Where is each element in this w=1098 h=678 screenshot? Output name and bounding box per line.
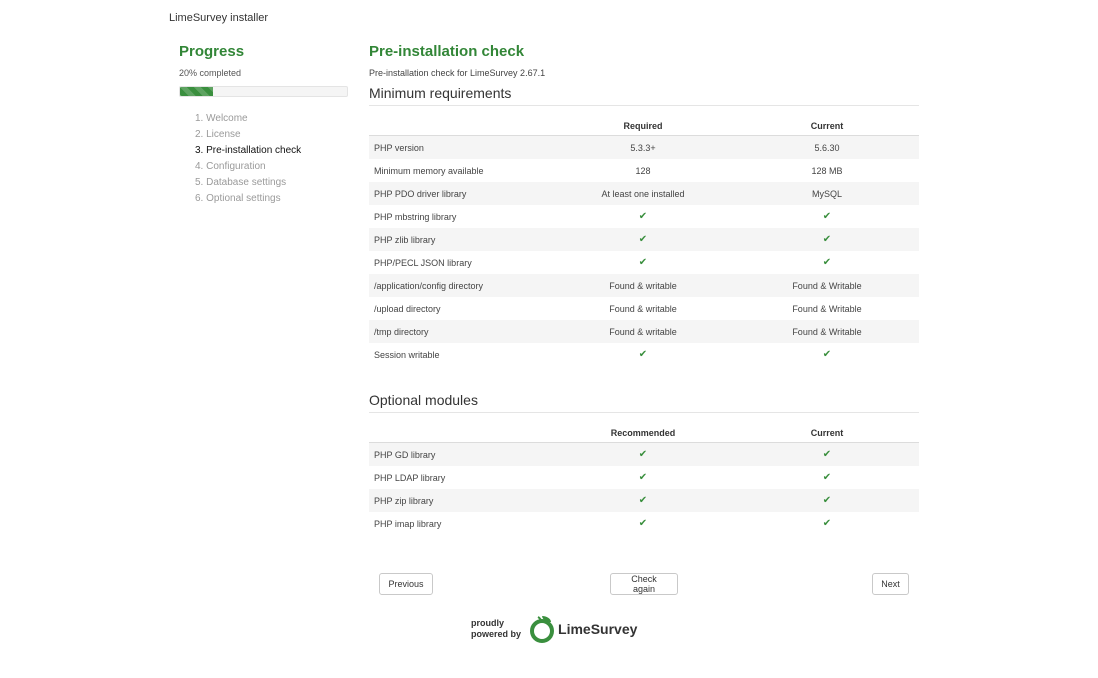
requirement-name: PHP mbstring library: [374, 211, 457, 222]
next-button[interactable]: Next: [872, 573, 909, 595]
progress-bar: [179, 86, 348, 97]
column-header-name: [369, 413, 551, 443]
current-value: Found & Writable: [735, 274, 919, 297]
table-row: Minimum memory available 128 128 MB: [369, 159, 919, 182]
powered-by-line1: proudly: [471, 618, 504, 628]
requirement-name: PHP/PECL JSON library: [374, 257, 472, 268]
step-license: 2. License: [195, 129, 241, 140]
requirement-name: PHP LDAP library: [374, 472, 446, 483]
step-welcome: 1. Welcome: [195, 113, 248, 124]
requirement-name: PHP version: [369, 135, 551, 159]
table-row: PHP zlib library ✔ ✔: [369, 228, 919, 251]
current-value: ✔: [735, 228, 919, 251]
table-row: PHP version 5.3.3+ 5.6.30: [369, 135, 919, 159]
requirement-name: PHP PDO driver library: [369, 182, 551, 205]
requirement-name: /tmp directory: [369, 320, 551, 343]
table-header-row: Required Current: [369, 106, 919, 136]
step-optional-settings: 6. Optional settings: [195, 193, 281, 204]
current-value: ✔: [822, 257, 832, 268]
column-header-current: Current: [735, 106, 919, 136]
main-content: Pre-installation check Pre-installation …: [369, 42, 919, 535]
required-value: ✔: [638, 472, 648, 483]
current-value: ✔: [735, 489, 919, 512]
minimum-requirements-table: Required Current PHP version 5.3.3+ 5.6.30…: [369, 106, 919, 366]
step-list: 1. Welcome 2. License 3. Pre-installatio…: [195, 111, 349, 207]
table-row: /tmp directory Found & writable Found & Wr…: [369, 320, 919, 343]
table-row: PHP mbstring library ✔ ✔: [369, 205, 919, 228]
table-row: PHP zip library ✔ ✔: [369, 489, 919, 512]
column-header-required: Required: [551, 106, 735, 136]
required-value: Found & writable: [609, 303, 677, 314]
previous-button[interactable]: Previous: [379, 573, 433, 595]
current-value: Found & Writable: [735, 320, 919, 343]
page-subtitle: Pre-installation check for LimeSurvey 2.…: [369, 68, 546, 78]
table-row: PHP/PECL JSON library ✔ ✔: [369, 251, 919, 274]
required-value: ✔: [638, 211, 648, 222]
step-database-settings: 5. Database settings: [195, 177, 287, 188]
required-value: Found & writable: [551, 274, 735, 297]
column-header-name: [369, 106, 551, 136]
page-title: Pre-installation check: [369, 43, 525, 60]
progress-text: 20% completed: [179, 68, 242, 78]
requirement-name: /upload directory: [374, 303, 441, 314]
minimum-requirements-body: PHP version 5.3.3+ 5.6.30 Minimum memory av…: [369, 135, 919, 367]
check-again-button[interactable]: Check again: [610, 573, 678, 595]
requirement-name: PHP imap library: [374, 518, 442, 529]
table-row: /application/config directory Found & wri…: [369, 274, 919, 297]
required-value: At least one installed: [551, 182, 735, 205]
required-value: 5.3.3+: [551, 135, 735, 159]
powered-by-logo: proudly powered by LimeSurvey: [471, 614, 637, 644]
brand-name: LimeSurvey: [558, 621, 638, 637]
sidebar: Progress 20% completed 1. Welcome 2. Lic…: [179, 42, 349, 207]
powered-by-line2: powered by: [471, 629, 522, 639]
powered-by-text: proudly powered by: [471, 618, 521, 640]
limesurvey-logo-icon: [530, 616, 555, 643]
requirement-name: Minimum memory available: [374, 165, 484, 176]
requirement-name: PHP GD library: [369, 442, 551, 466]
required-value: ✔: [638, 257, 648, 268]
table-row: Session writable ✔ ✔: [369, 343, 919, 366]
column-header-current: Current: [735, 413, 919, 443]
required-value: Found & writable: [551, 320, 735, 343]
required-value: ✔: [551, 228, 735, 251]
column-header-recommended: Recommended: [551, 413, 735, 443]
app-title: LimeSurvey installer: [169, 12, 269, 24]
table-row: /upload directory Found & writable Found &…: [369, 297, 919, 320]
current-value: ✔: [822, 349, 832, 360]
requirement-name: Session writable: [374, 349, 440, 360]
current-value: MySQL: [735, 182, 919, 205]
requirement-name: /application/config directory: [369, 274, 551, 297]
step-configuration: 4. Configuration: [195, 161, 266, 172]
optional-modules-table: Recommended Current PHP GD library ✔ ✔ PHP …: [369, 413, 919, 535]
table-header-row: Recommended Current: [369, 413, 919, 443]
table-row: PHP LDAP library ✔ ✔: [369, 466, 919, 489]
required-value: ✔: [551, 442, 735, 466]
required-value: ✔: [551, 489, 735, 512]
current-value: 128 MB: [811, 165, 843, 176]
progress-bar-fill: [180, 87, 214, 96]
optional-modules-heading: Optional modules: [369, 392, 919, 413]
current-value: 5.6.30: [735, 135, 919, 159]
table-row: PHP imap library ✔ ✔: [369, 512, 919, 535]
current-value: ✔: [822, 472, 832, 483]
current-value: ✔: [735, 442, 919, 466]
minimum-requirements-heading: Minimum requirements: [369, 85, 919, 106]
current-value: ✔: [822, 211, 832, 222]
step-pre-installation-check: 3. Pre-installation check: [195, 145, 302, 156]
progress-title: Progress: [179, 43, 245, 60]
table-row: PHP PDO driver library At least one insta…: [369, 182, 919, 205]
table-row: PHP GD library ✔ ✔: [369, 442, 919, 466]
required-value: ✔: [638, 518, 648, 529]
required-value: ✔: [638, 349, 648, 360]
requirement-name: PHP zip library: [369, 489, 551, 512]
optional-modules-body: PHP GD library ✔ ✔ PHP LDAP library ✔ ✔ PHP zi…: [369, 442, 919, 536]
requirement-name: PHP zlib library: [369, 228, 551, 251]
current-value: Found & Writable: [792, 303, 862, 314]
current-value: ✔: [822, 518, 832, 529]
required-value: 128: [635, 165, 651, 176]
